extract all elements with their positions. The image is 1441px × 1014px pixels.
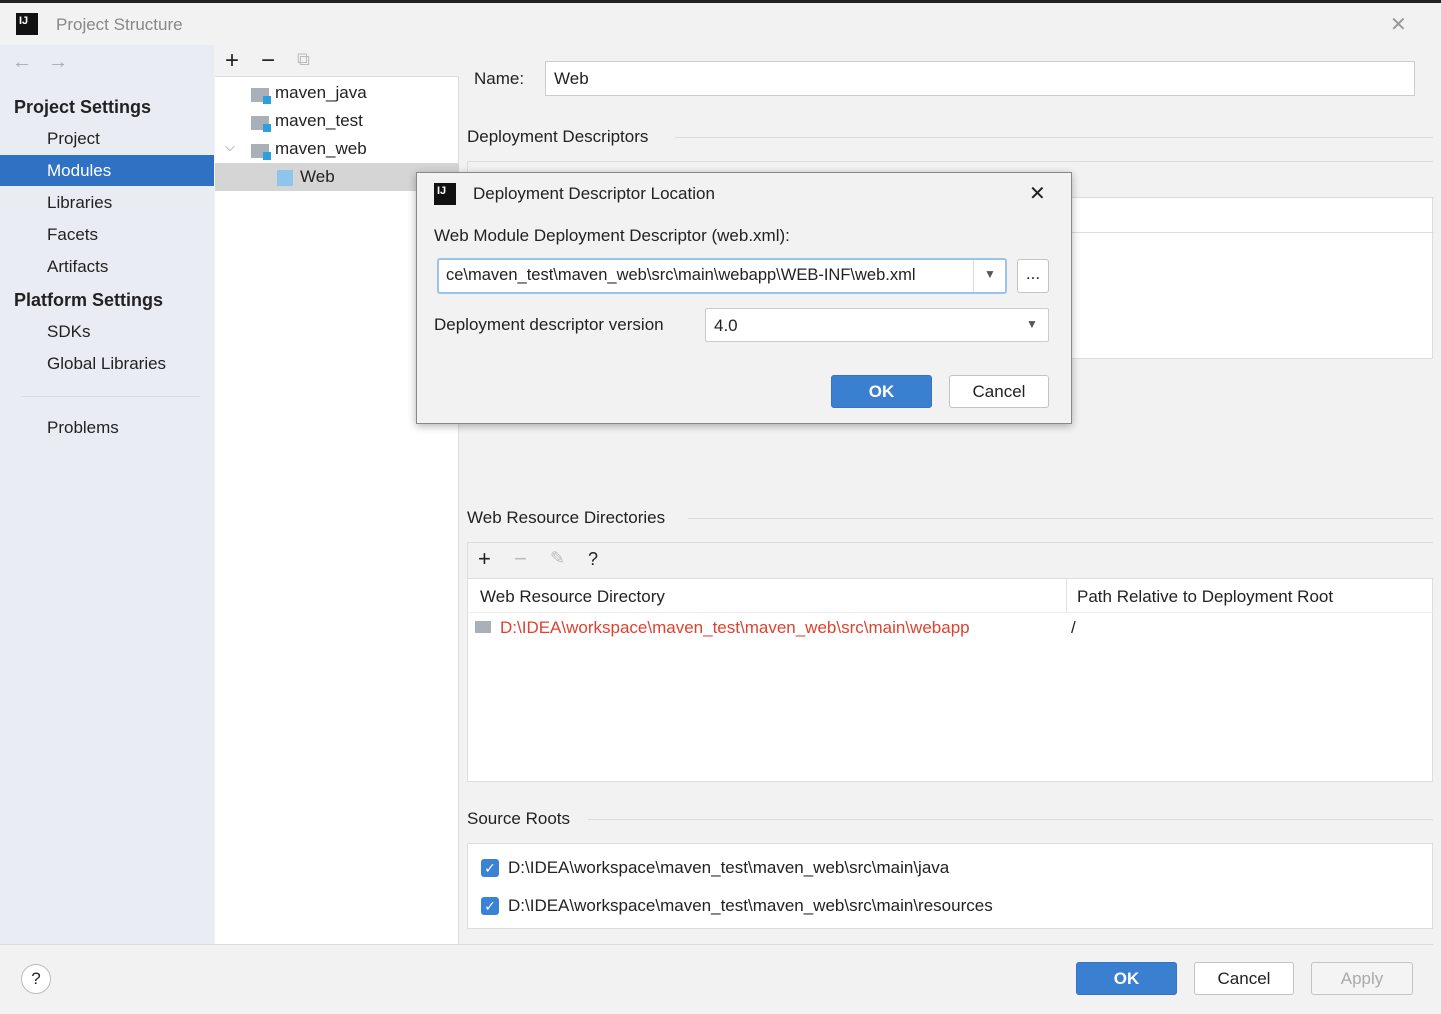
close-icon[interactable]: ✕ <box>1029 181 1046 206</box>
cancel-button[interactable]: Cancel <box>949 375 1049 408</box>
source-root-path: D:\IDEA\workspace\maven_test\maven_web\s… <box>508 896 993 915</box>
sidebar-item-modules[interactable]: Modules <box>47 161 111 181</box>
dropdown-arrow-icon[interactable]: ▼ <box>984 267 996 281</box>
intellij-logo-icon: IJ <box>434 183 456 205</box>
sidebar-item-problems[interactable]: Problems <box>47 418 119 438</box>
project-settings-heading: Project Settings <box>14 97 152 117</box>
ok-button[interactable]: OK <box>1076 962 1177 995</box>
web-resource-table: + − ✎ ? Web Resource Directory Path Rela… <box>467 542 1434 782</box>
sidebar-item-project[interactable]: Project <box>47 129 100 149</box>
table-header: Web Resource Directory Path Relative to … <box>468 579 1434 613</box>
divider <box>973 260 974 292</box>
dialog-footer: ? OK Cancel Apply <box>0 944 1433 1014</box>
descriptor-path-input[interactable]: ce\maven_test\maven_web\src\main\webapp\… <box>446 266 916 285</box>
module-folder-icon <box>251 88 271 104</box>
tree-item-web[interactable]: Web <box>300 167 335 187</box>
tree-item-maven-java[interactable]: maven_java <box>275 83 367 103</box>
sidebar-item-sdks[interactable]: SDKs <box>47 322 90 342</box>
web-folder-icon <box>475 621 491 633</box>
apply-button[interactable]: Apply <box>1311 962 1413 995</box>
sidebar: ← → Project Settings Project Modules Lib… <box>0 45 214 944</box>
divider <box>688 518 1433 519</box>
intellij-logo-icon: IJ <box>16 13 38 35</box>
divider <box>1066 579 1067 613</box>
divider <box>588 819 1433 820</box>
column-header[interactable]: Path Relative to Deployment Root <box>1077 587 1333 607</box>
version-label: Deployment descriptor version <box>434 315 664 334</box>
module-folder-icon <box>251 116 271 132</box>
add-icon[interactable]: + <box>225 47 239 75</box>
remove-icon[interactable]: − <box>261 47 275 75</box>
sidebar-item-global-libraries[interactable]: Global Libraries <box>47 354 166 374</box>
add-icon[interactable]: + <box>478 546 491 572</box>
platform-settings-heading: Platform Settings <box>14 290 164 310</box>
version-select[interactable]: 4.0 ▼ <box>705 308 1049 342</box>
help-button[interactable]: ? <box>21 964 51 994</box>
deployment-descriptor-dialog: IJ Deployment Descriptor Location ✕ Web … <box>416 172 1072 424</box>
cancel-button[interactable]: Cancel <box>1194 962 1294 995</box>
chevron-down-icon[interactable]: ⌵ <box>225 139 235 155</box>
table-row[interactable]: D:\IDEA\workspace\maven_test\maven_web\s… <box>468 613 1434 641</box>
web-resource-dir: D:\IDEA\workspace\maven_test\maven_web\s… <box>500 618 970 637</box>
module-folder-icon <box>251 144 271 160</box>
deployment-descriptors-heading: Deployment Descriptors <box>467 127 649 146</box>
dialog-title: Deployment Descriptor Location <box>473 184 715 203</box>
browse-button[interactable]: ... <box>1017 259 1049 293</box>
dropdown-arrow-icon[interactable]: ▼ <box>1026 317 1038 331</box>
ok-button[interactable]: OK <box>831 375 932 408</box>
edit-icon[interactable]: ✎ <box>550 548 565 569</box>
title-bar: IJ Project Structure ✕ <box>0 0 1441 45</box>
checkbox[interactable]: ✓ <box>481 897 499 915</box>
tree-item-maven-test[interactable]: maven_test <box>275 111 363 131</box>
sidebar-item-libraries[interactable]: Libraries <box>47 193 112 213</box>
divider <box>22 396 200 397</box>
version-value: 4.0 <box>714 316 738 335</box>
web-resource-directories-heading: Web Resource Directories <box>467 508 666 527</box>
name-label: Name: <box>474 69 525 88</box>
sidebar-item-artifacts[interactable]: Artifacts <box>47 257 108 277</box>
copy-icon[interactable]: ⧉ <box>297 49 310 70</box>
name-value: Web <box>554 69 589 88</box>
descriptor-label: Web Module Deployment Descriptor (web.xm… <box>434 226 790 245</box>
sidebar-item-facets[interactable]: Facets <box>47 225 98 245</box>
name-input[interactable]: Web <box>545 61 1415 96</box>
descriptor-path-combo[interactable]: ce\maven_test\maven_web\src\main\webapp\… <box>437 258 1007 294</box>
window-title: Project Structure <box>56 15 183 34</box>
table-toolbar: + − ✎ ? <box>468 543 1434 579</box>
source-roots-heading: Source Roots <box>467 809 570 828</box>
relative-path: / <box>1071 618 1076 637</box>
source-root-path: D:\IDEA\workspace\maven_test\maven_web\s… <box>508 858 950 877</box>
forward-arrow-icon[interactable]: → <box>48 51 68 74</box>
source-roots-list: ✓ D:\IDEA\workspace\maven_test\maven_web… <box>467 843 1433 929</box>
column-header[interactable]: Web Resource Directory <box>480 587 665 607</box>
help-icon[interactable]: ? <box>588 549 598 570</box>
tree-toolbar: + − ⧉ <box>215 45 459 77</box>
web-facet-icon <box>277 170 293 186</box>
tree-item-maven-web[interactable]: maven_web <box>275 139 367 159</box>
close-icon[interactable]: ✕ <box>1390 12 1407 37</box>
checkbox[interactable]: ✓ <box>481 859 499 877</box>
remove-icon[interactable]: − <box>514 546 527 572</box>
divider <box>675 137 1433 138</box>
back-arrow-icon[interactable]: ← <box>12 51 32 74</box>
